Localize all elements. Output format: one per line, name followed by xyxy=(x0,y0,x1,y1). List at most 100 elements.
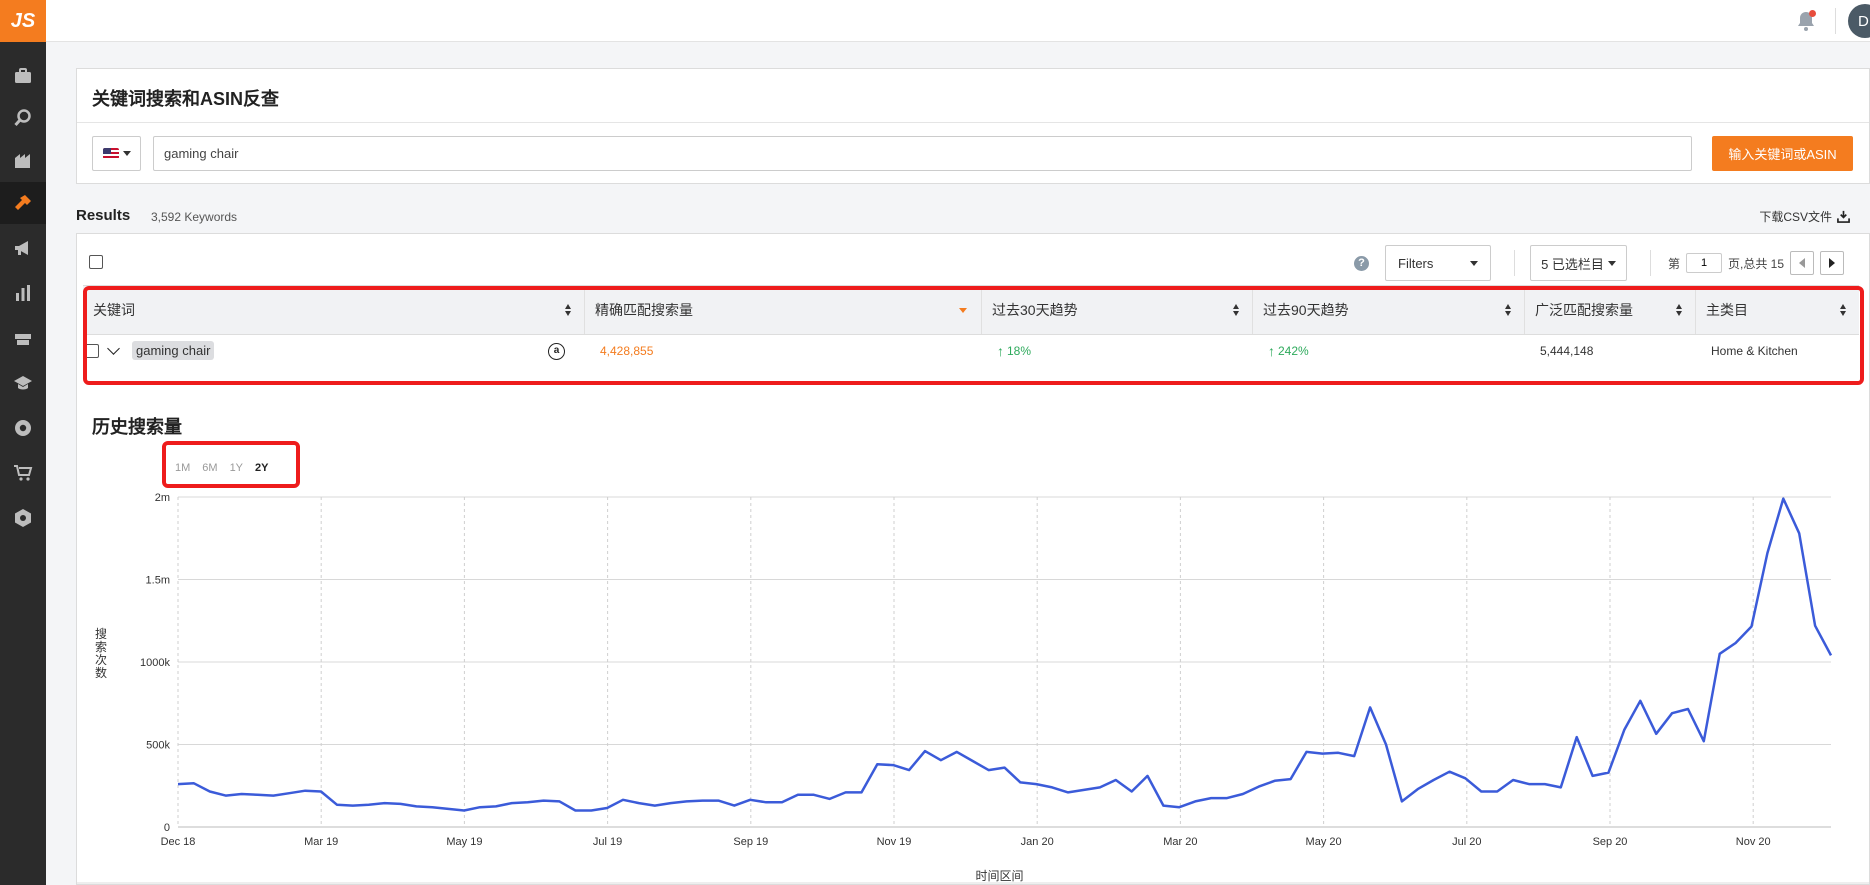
help-icon[interactable]: ? xyxy=(1354,256,1369,271)
y-tick-label: 0 xyxy=(164,822,170,834)
table-header: 关键词 精确匹配搜索量 过去30天趋势 过去90天趋势 广泛匹配搜索量 主类目 xyxy=(83,285,1859,335)
results-count: 3,592 Keywords xyxy=(151,210,238,224)
x-tick-label: May 19 xyxy=(446,836,482,848)
divider xyxy=(1650,250,1651,276)
x-tick-label: Sep 20 xyxy=(1593,836,1628,848)
x-tick-label: Mar 19 xyxy=(304,836,338,848)
up-arrow-icon: ↑ xyxy=(997,342,1004,359)
sort-desc-icon xyxy=(959,308,967,313)
sidebar-item-product-database[interactable] xyxy=(0,55,46,97)
megaphone-icon xyxy=(15,241,28,255)
x-tick-label: Dec 18 xyxy=(161,836,196,848)
search-panel: 关键词搜索和ASIN反查 输入关键词或ASIN xyxy=(76,68,1870,184)
up-arrow-icon: ↑ xyxy=(1268,342,1275,359)
sidebar-item-marketing[interactable] xyxy=(0,227,46,269)
notification-dot xyxy=(1809,10,1816,17)
trend-90-value: 242% xyxy=(1278,343,1309,358)
graduation-cap-icon xyxy=(15,334,31,345)
x-tick-label: Nov 19 xyxy=(877,836,912,848)
column-header-trend-30[interactable]: 过去30天趋势 xyxy=(982,286,1253,334)
columns-label: 5 已选栏目 xyxy=(1541,256,1604,272)
sort-icon xyxy=(1233,304,1240,316)
keyword-pill[interactable]: gaming chair xyxy=(132,341,215,360)
keyword-search-input[interactable] xyxy=(153,136,1692,171)
column-label: 精确匹配搜索量 xyxy=(595,302,693,318)
y-tick-label: 2m xyxy=(155,492,170,504)
caret-down-icon xyxy=(1607,260,1616,266)
x-tick-label: Jul 20 xyxy=(1452,836,1481,848)
column-label: 过去90天趋势 xyxy=(1263,302,1349,318)
sidebar-item-training[interactable] xyxy=(0,317,46,359)
caret-down-icon xyxy=(1470,260,1478,266)
pager-total: 页,总共 15 xyxy=(1728,256,1785,271)
left-sidebar: JS xyxy=(0,0,46,885)
results-title: Results xyxy=(76,207,131,224)
cell-keyword: gaming chair a xyxy=(83,335,585,366)
column-header-broad-volume[interactable]: 广泛匹配搜索量 xyxy=(1525,286,1696,334)
settings-hex-icon xyxy=(15,509,31,527)
download-icon xyxy=(1837,210,1850,223)
sidebar-item-shop[interactable] xyxy=(0,452,46,494)
sidebar-item-product-tracker[interactable] xyxy=(0,97,46,139)
columns-select-button[interactable]: 5 已选栏目 xyxy=(1530,245,1627,281)
select-all-checkbox[interactable] xyxy=(89,255,103,269)
chrome-icon xyxy=(15,420,31,436)
sidebar-item-settings[interactable] xyxy=(0,497,46,539)
x-axis-label: 时间区间 xyxy=(975,869,1023,883)
marketplace-select[interactable] xyxy=(92,136,141,171)
table-row[interactable]: gaming chair a 4,428,855 ↑ 18% ↑ 242% 5,44… xyxy=(83,335,1859,366)
x-tick-label: Jan 20 xyxy=(1021,836,1054,848)
history-title: 历史搜索量 xyxy=(92,417,182,437)
pagination: 第 页,总共 15 xyxy=(1668,251,1845,275)
sort-icon xyxy=(1505,304,1512,316)
page-number-input[interactable] xyxy=(1686,253,1723,273)
filters-label: Filters xyxy=(1398,255,1434,271)
bar-chart-icon xyxy=(16,285,30,301)
next-page-button[interactable] xyxy=(1820,251,1845,275)
caret-down-icon xyxy=(122,151,131,156)
warehouse-icon xyxy=(15,154,30,168)
cell-broad-volume: 5,444,148 xyxy=(1540,343,1594,358)
column-label: 过去30天趋势 xyxy=(992,302,1078,318)
sidebar-item-supplier[interactable] xyxy=(0,139,46,181)
search-submit-button[interactable]: 输入关键词或ASIN xyxy=(1712,136,1853,171)
column-header-trend-90[interactable]: 过去90天趋势 xyxy=(1253,286,1525,334)
column-header-exact-volume[interactable]: 精确匹配搜索量 xyxy=(585,286,982,334)
cell-category: Home & Kitchen xyxy=(1711,343,1798,358)
trend-30-value: 18% xyxy=(1007,343,1032,358)
download-csv-button[interactable]: 下载CSV文件 xyxy=(1759,208,1850,225)
top-bar: D xyxy=(46,0,1870,42)
sort-icon xyxy=(565,304,572,316)
top-divider xyxy=(1835,8,1836,34)
search-icon xyxy=(14,109,31,127)
avatar[interactable]: D xyxy=(1848,4,1870,38)
y-tick-label: 1.5m xyxy=(146,575,170,587)
filters-button[interactable]: Filters xyxy=(1385,245,1491,281)
sidebar-item-extension[interactable] xyxy=(0,407,46,449)
notifications-button[interactable] xyxy=(1794,9,1818,33)
column-label: 关键词 xyxy=(93,302,135,318)
app-logo[interactable]: JS xyxy=(0,0,46,42)
row-checkbox[interactable] xyxy=(85,343,99,358)
amazon-icon[interactable]: a xyxy=(548,343,565,360)
column-header-keyword[interactable]: 关键词 xyxy=(83,286,585,334)
divider xyxy=(77,122,1869,123)
column-header-category[interactable]: 主类目 xyxy=(1696,286,1859,334)
x-tick-label: Nov 20 xyxy=(1736,836,1771,848)
cell-trend-30: ↑ 18% xyxy=(982,335,1253,366)
download-csv-label: 下载CSV文件 xyxy=(1759,210,1832,224)
expand-row-chevron-icon[interactable] xyxy=(107,341,120,355)
pager-prefix: 第 xyxy=(1668,256,1681,271)
sidebar-item-academy[interactable] xyxy=(0,362,46,404)
sidebar-item-analytics[interactable] xyxy=(0,272,46,314)
x-tick-label: Mar 20 xyxy=(1163,836,1197,848)
cell-exact-volume: 4,428,855 xyxy=(600,343,654,358)
briefcase-icon xyxy=(15,68,31,83)
sidebar-item-keyword-search[interactable] xyxy=(0,182,46,224)
keyword-tool-icon xyxy=(15,195,31,210)
column-label: 主类目 xyxy=(1706,302,1748,318)
academy-icon xyxy=(14,376,32,390)
search-volume-series-line xyxy=(177,497,1833,812)
prev-page-button[interactable] xyxy=(1790,251,1815,275)
y-tick-label: 1000k xyxy=(140,657,170,669)
